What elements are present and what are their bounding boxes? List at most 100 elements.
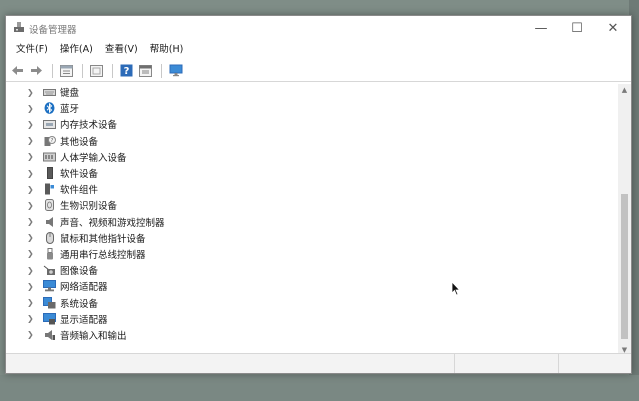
tree-row-label: 图像设备: [60, 266, 99, 278]
chevron-right-icon[interactable]: ❯: [27, 266, 37, 275]
menu-view[interactable]: 查看(V): [99, 40, 144, 60]
toolbar-separator: [161, 63, 162, 78]
tree-row-bluetooth[interactable]: ❯ 蓝牙: [6, 100, 620, 116]
bluetooth-icon: [43, 102, 56, 115]
software-component-icon: [43, 183, 56, 195]
view-icon[interactable]: [137, 62, 154, 79]
scan-icon[interactable]: [88, 62, 105, 79]
chevron-right-icon[interactable]: ❯: [27, 169, 37, 178]
tree-row-audio-io[interactable]: ❯ 音频输入和输出: [6, 327, 620, 343]
camera-icon: [43, 264, 56, 276]
chevron-right-icon[interactable]: ❯: [27, 185, 37, 194]
device-manager-window: 设备管理器 — ☐ ✕ 文件(F) 操作(A) 查看(V) 帮助(H) ? ❯ …: [5, 15, 632, 374]
tree-row-label: 网络适配器: [60, 282, 108, 294]
tree-row-label: 软件组件: [60, 185, 99, 197]
chevron-right-icon[interactable]: ❯: [27, 314, 37, 323]
tree-row-memory[interactable]: ❯ 内存技术设备: [6, 116, 620, 132]
tree-row-label: 软件设备: [60, 169, 99, 181]
memory-icon: [43, 118, 56, 130]
chevron-right-icon[interactable]: ❯: [27, 330, 37, 339]
menu-bar: 文件(F) 操作(A) 查看(V) 帮助(H): [6, 40, 631, 60]
tree-row-imaging[interactable]: ❯ 图像设备: [6, 262, 620, 278]
status-bar: [6, 353, 631, 373]
device-manager-app-icon: [13, 21, 25, 33]
maximize-button[interactable]: ☐: [559, 16, 595, 40]
title-bar[interactable]: 设备管理器 — ☐ ✕: [6, 16, 631, 40]
tree-row-biometric[interactable]: ❯ 生物识别设备: [6, 197, 620, 213]
tree-row-label: 鼠标和其他指针设备: [60, 233, 146, 245]
scroll-up-icon[interactable]: ▲: [618, 84, 631, 96]
menu-file[interactable]: 文件(F): [10, 40, 54, 60]
tree-row-label: 显示适配器: [60, 314, 108, 326]
network-icon: [43, 280, 56, 292]
chevron-right-icon[interactable]: ❯: [27, 152, 37, 161]
hid-icon: [43, 151, 56, 163]
svg-text:?: ?: [50, 138, 53, 144]
tree-row-software-components[interactable]: ❯ 软件组件: [6, 181, 620, 197]
menu-help[interactable]: 帮助(H): [144, 40, 190, 60]
tree-row-label: 其他设备: [60, 136, 99, 148]
mouse-icon: [43, 231, 56, 244]
tree-row-label: 生物识别设备: [60, 201, 118, 213]
svg-text:?: ?: [124, 66, 130, 77]
tree-row-other-devices[interactable]: ❯ ? 其他设备: [6, 133, 620, 149]
toolbar-separator: [112, 63, 113, 78]
usb-icon: [43, 247, 56, 260]
properties-icon[interactable]: [58, 62, 75, 79]
chevron-right-icon[interactable]: ❯: [27, 233, 37, 242]
tree-row-label: 蓝牙: [60, 104, 80, 116]
tree-row-software-devices[interactable]: ❯ 软件设备: [6, 165, 620, 181]
tree-row-label: 声音、视频和游戏控制器: [60, 217, 165, 229]
device-tree: ❯ 键盘 ❯ 蓝牙 ❯ 内存技术设备 ❯ ? 其他设备 ❯ 人体学输入设备 ❯ …: [6, 84, 620, 352]
tree-row-label: 系统设备: [60, 298, 99, 310]
system-device-icon: [43, 296, 56, 309]
close-button[interactable]: ✕: [595, 16, 631, 40]
chevron-right-icon[interactable]: ❯: [27, 217, 37, 226]
tree-row-network[interactable]: ❯ 网络适配器: [6, 278, 620, 294]
forward-arrow-icon[interactable]: [28, 62, 45, 79]
tree-row-sound-video-game[interactable]: ❯ 声音、视频和游戏控制器: [6, 214, 620, 230]
desktop-background-bottom: [0, 375, 639, 401]
chevron-right-icon[interactable]: ❯: [27, 120, 37, 129]
tree-row-hid[interactable]: ❯ 人体学输入设备: [6, 149, 620, 165]
toolbar: ?: [6, 60, 631, 82]
tree-row-display-adapters[interactable]: ❯ 显示适配器: [6, 311, 620, 327]
tree-row-label: 人体学输入设备: [60, 152, 127, 164]
chevron-right-icon[interactable]: ❯: [27, 88, 37, 97]
help-icon[interactable]: ?: [118, 62, 135, 79]
audio-io-icon: [43, 329, 56, 341]
chevron-right-icon[interactable]: ❯: [27, 249, 37, 258]
window-title: 设备管理器: [29, 25, 77, 36]
tree-row-label: 内存技术设备: [60, 120, 118, 132]
vertical-scrollbar[interactable]: ▲ ▼: [618, 84, 631, 356]
software-device-icon: [43, 167, 56, 180]
tree-row-keyboard[interactable]: ❯ 键盘: [6, 84, 620, 100]
tree-row-usb[interactable]: ❯ 通用串行总线控制器: [6, 246, 620, 262]
keyboard-icon: [43, 86, 56, 98]
back-arrow-icon[interactable]: [9, 62, 26, 79]
tree-row-label: 音频输入和输出: [60, 330, 127, 342]
mouse-cursor-icon: [451, 281, 461, 296]
toolbar-separator: [82, 63, 83, 78]
tree-row-label: 键盘: [60, 88, 80, 100]
display-adapter-icon: [43, 312, 56, 325]
chevron-right-icon[interactable]: ❯: [27, 136, 37, 145]
toolbar-separator: [52, 63, 53, 78]
status-pane: [6, 354, 455, 373]
tree-row-label: 通用串行总线控制器: [60, 249, 146, 261]
menu-action[interactable]: 操作(A): [54, 40, 99, 60]
speaker-icon: [43, 216, 56, 228]
biometric-icon: [43, 199, 56, 212]
monitor-icon[interactable]: [167, 62, 184, 79]
minimize-button[interactable]: —: [523, 16, 559, 40]
unknown-device-icon: ?: [43, 135, 56, 147]
chevron-right-icon[interactable]: ❯: [27, 282, 37, 291]
tree-row-system-devices[interactable]: ❯ 系统设备: [6, 294, 620, 310]
chevron-right-icon[interactable]: ❯: [27, 104, 37, 113]
chevron-right-icon[interactable]: ❯: [27, 298, 37, 307]
tree-row-mouse[interactable]: ❯ 鼠标和其他指针设备: [6, 230, 620, 246]
scrollbar-thumb[interactable]: [621, 194, 628, 339]
status-pane: [559, 354, 631, 373]
chevron-right-icon[interactable]: ❯: [27, 201, 37, 210]
status-pane: [455, 354, 560, 373]
